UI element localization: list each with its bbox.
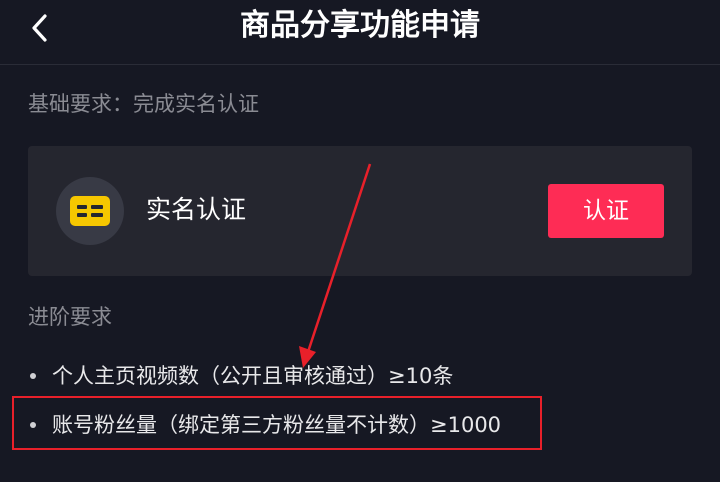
header-bar: 商品分享功能申请 xyxy=(0,0,720,65)
verify-button[interactable]: 认证 xyxy=(548,184,664,238)
advanced-requirement-label: 进阶要求 xyxy=(28,305,112,329)
requirement-text: 账号粉丝量（绑定第三方粉丝量不计数）≥1000 xyxy=(52,413,502,437)
requirement-item-videos: 个人主页视频数（公开且审核通过）≥10条 xyxy=(28,362,453,390)
requirement-item-followers: 账号粉丝量（绑定第三方粉丝量不计数）≥1000 xyxy=(28,411,501,439)
page-title: 商品分享功能申请 xyxy=(240,8,480,43)
id-card-icon xyxy=(70,196,110,226)
bullet-dot xyxy=(30,422,36,428)
id-card-icon-wrap xyxy=(56,177,124,245)
card-title: 实名认证 xyxy=(146,195,247,224)
bullet-dot xyxy=(30,373,36,379)
requirement-text: 个人主页视频数（公开且审核通过）≥10条 xyxy=(52,364,454,388)
real-name-card: 实名认证 认证 xyxy=(28,146,692,276)
basic-requirement-label: 基础要求：完成实名认证 xyxy=(28,92,259,116)
